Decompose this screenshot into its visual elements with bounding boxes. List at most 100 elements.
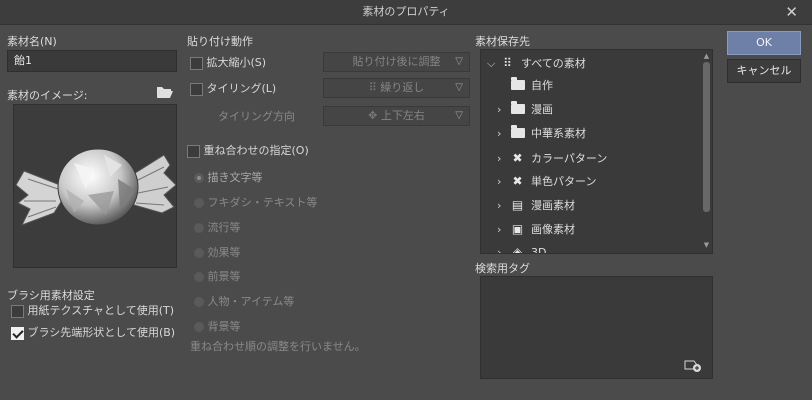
tree-item-label: 単色パターン: [531, 175, 597, 188]
title-bar: 素材のプロパティ ✕: [0, 0, 812, 25]
chevron-right-icon[interactable]: ›: [497, 150, 507, 168]
tree-item-label: 漫画: [531, 103, 553, 116]
tree-item-manga-material[interactable]: › ▤ 漫画素材: [497, 196, 575, 214]
direction-icon: ✥: [368, 109, 381, 122]
mono-pattern-icon: ✖: [512, 174, 523, 188]
storage-label: 素材保存先: [475, 35, 530, 48]
scale-label: 拡大縮小(S): [206, 56, 267, 69]
chevron-right-icon[interactable]: ›: [497, 244, 507, 253]
chevron-down-icon[interactable]: ⌵: [487, 55, 497, 73]
overlay-option-label: 人物・アイテム等: [207, 295, 295, 308]
tiling-direction-label: タイリング方向: [218, 110, 295, 123]
color-pattern-icon: ✖: [512, 151, 523, 165]
overlay-radio-1[interactable]: フキダシ・テキスト等: [194, 194, 317, 210]
chevron-down-icon: ▽: [455, 110, 463, 121]
window-title: 素材のプロパティ: [362, 5, 450, 18]
tree-item-all-materials[interactable]: ⌵ ⠿ すべての素材: [487, 54, 586, 72]
folder-icon: [510, 101, 525, 114]
tree-item-color-pattern[interactable]: › ✖ カラーパターン: [497, 149, 607, 167]
material-image-label: 素材のイメージ:: [7, 89, 88, 102]
radio[interactable]: [194, 223, 204, 233]
overlay-option[interactable]: 重ね合わせの指定(O): [187, 142, 309, 158]
overlay-radio-2[interactable]: 流行等: [194, 219, 241, 235]
scale-option[interactable]: 拡大縮小(S): [190, 54, 266, 70]
overlay-radio-6[interactable]: 背景等: [194, 318, 241, 334]
chevron-right-icon[interactable]: ›: [497, 173, 507, 191]
overlay-radio-0[interactable]: 描き文字等: [194, 169, 263, 185]
tiling-direction-dropdown[interactable]: ✥ 上下左右 ▽: [323, 106, 470, 126]
scale-checkbox[interactable]: [190, 56, 203, 70]
radio[interactable]: [194, 272, 204, 282]
brush-settings-label: ブラシ用素材設定: [7, 289, 95, 302]
manga-material-icon: ▤: [511, 198, 524, 212]
tree-item-3d[interactable]: › ◈ 3D: [497, 243, 547, 254]
scale-dropdown-value: 貼り付け後に調整: [352, 55, 441, 68]
repeat-icon: ⠿: [368, 81, 381, 94]
add-tag-icon[interactable]: [684, 358, 702, 372]
tree-item-label: 3D: [531, 246, 547, 254]
overlay-radio-4[interactable]: 前景等: [194, 268, 241, 284]
paper-texture-option[interactable]: 用紙テクスチャとして使用(T): [11, 302, 174, 318]
ok-button[interactable]: OK: [727, 31, 801, 55]
grid-icon: ⠿: [503, 56, 512, 70]
brush-tip-label: ブラシ先端形状として使用(B): [27, 326, 176, 339]
tree-item-manga[interactable]: › 漫画: [497, 101, 553, 119]
material-name-label: 素材名(N): [7, 35, 57, 48]
tiling-option[interactable]: タイリング(L): [190, 80, 276, 96]
tree-item-label: 画像素材: [531, 223, 575, 236]
folder-icon: [510, 125, 525, 138]
tree-item-chinese[interactable]: › 中華系素材: [497, 125, 586, 143]
tiling-direction-value: 上下左右: [380, 109, 425, 122]
brush-tip-checkbox[interactable]: [11, 326, 24, 340]
tree-item-own[interactable]: 自作: [497, 77, 553, 95]
tree-item-label: すべての素材: [521, 57, 586, 70]
radio[interactable]: [194, 248, 204, 258]
cancel-button[interactable]: キャンセル: [727, 59, 801, 83]
folder-open-icon[interactable]: [156, 85, 174, 99]
overlay-radio-3[interactable]: 効果等: [194, 244, 241, 260]
tiling-checkbox[interactable]: [190, 82, 203, 96]
tree-item-label: 中華系素材: [531, 127, 586, 140]
chevron-right-icon[interactable]: ›: [497, 197, 507, 215]
radio-selected[interactable]: [194, 173, 204, 183]
storage-tree[interactable]: ⌵ ⠿ すべての素材 自作 › 漫画 › 中華系素材 › ✖ カラーパターン ›…: [480, 49, 713, 254]
tree-item-image-material[interactable]: › ▣ 画像素材: [497, 220, 575, 238]
overlay-label: 重ね合わせの指定(O): [203, 144, 309, 157]
overlay-option-label: 前景等: [207, 270, 241, 283]
tree-item-mono-pattern[interactable]: › ✖ 単色パターン: [497, 172, 596, 190]
overlay-radio-5[interactable]: 人物・アイテム等: [194, 293, 294, 309]
cube-icon: ◈: [512, 245, 523, 254]
radio[interactable]: [194, 322, 204, 332]
overlay-option-label: 流行等: [207, 221, 241, 234]
tiling-dropdown-value: 繰り返し: [380, 81, 425, 94]
search-tag-label: 検索用タグ: [475, 262, 530, 275]
overlay-checkbox[interactable]: [187, 144, 200, 158]
chevron-right-icon[interactable]: ›: [497, 101, 507, 119]
chevron-right-icon[interactable]: ›: [497, 221, 507, 239]
image-material-icon: ▣: [511, 222, 524, 236]
overlay-option-label: 描き文字等: [207, 171, 263, 184]
scroll-up-icon[interactable]: ▲: [702, 52, 711, 61]
chevron-down-icon: ▽: [455, 82, 463, 93]
tiling-dropdown[interactable]: ⠿ 繰り返し ▽: [323, 78, 470, 98]
radio[interactable]: [194, 198, 204, 208]
scale-dropdown[interactable]: 貼り付け後に調整 ▽: [323, 52, 470, 72]
tree-scrollbar[interactable]: ▲ ▼: [702, 52, 711, 250]
radio[interactable]: [194, 297, 204, 307]
chevron-down-icon: ▽: [455, 56, 463, 67]
scroll-down-icon[interactable]: ▼: [702, 241, 711, 250]
paste-behavior-label: 貼り付け動作: [187, 35, 253, 48]
tree-item-label: カラーパターン: [531, 152, 608, 165]
material-preview: [13, 104, 177, 268]
close-icon[interactable]: ✕: [785, 0, 798, 24]
search-tag-box[interactable]: [480, 276, 713, 379]
overlay-option-label: 背景等: [207, 320, 241, 333]
material-name-field[interactable]: 飴1: [7, 50, 177, 72]
brush-tip-option[interactable]: ブラシ先端形状として使用(B): [11, 324, 175, 340]
scroll-thumb[interactable]: [703, 62, 710, 212]
chevron-right-icon[interactable]: ›: [497, 125, 507, 143]
overlay-option-label: 効果等: [207, 246, 241, 259]
tree-item-label: 漫画素材: [531, 199, 575, 212]
overlay-option-label: フキダシ・テキスト等: [207, 196, 318, 209]
paper-texture-checkbox[interactable]: [11, 304, 24, 318]
